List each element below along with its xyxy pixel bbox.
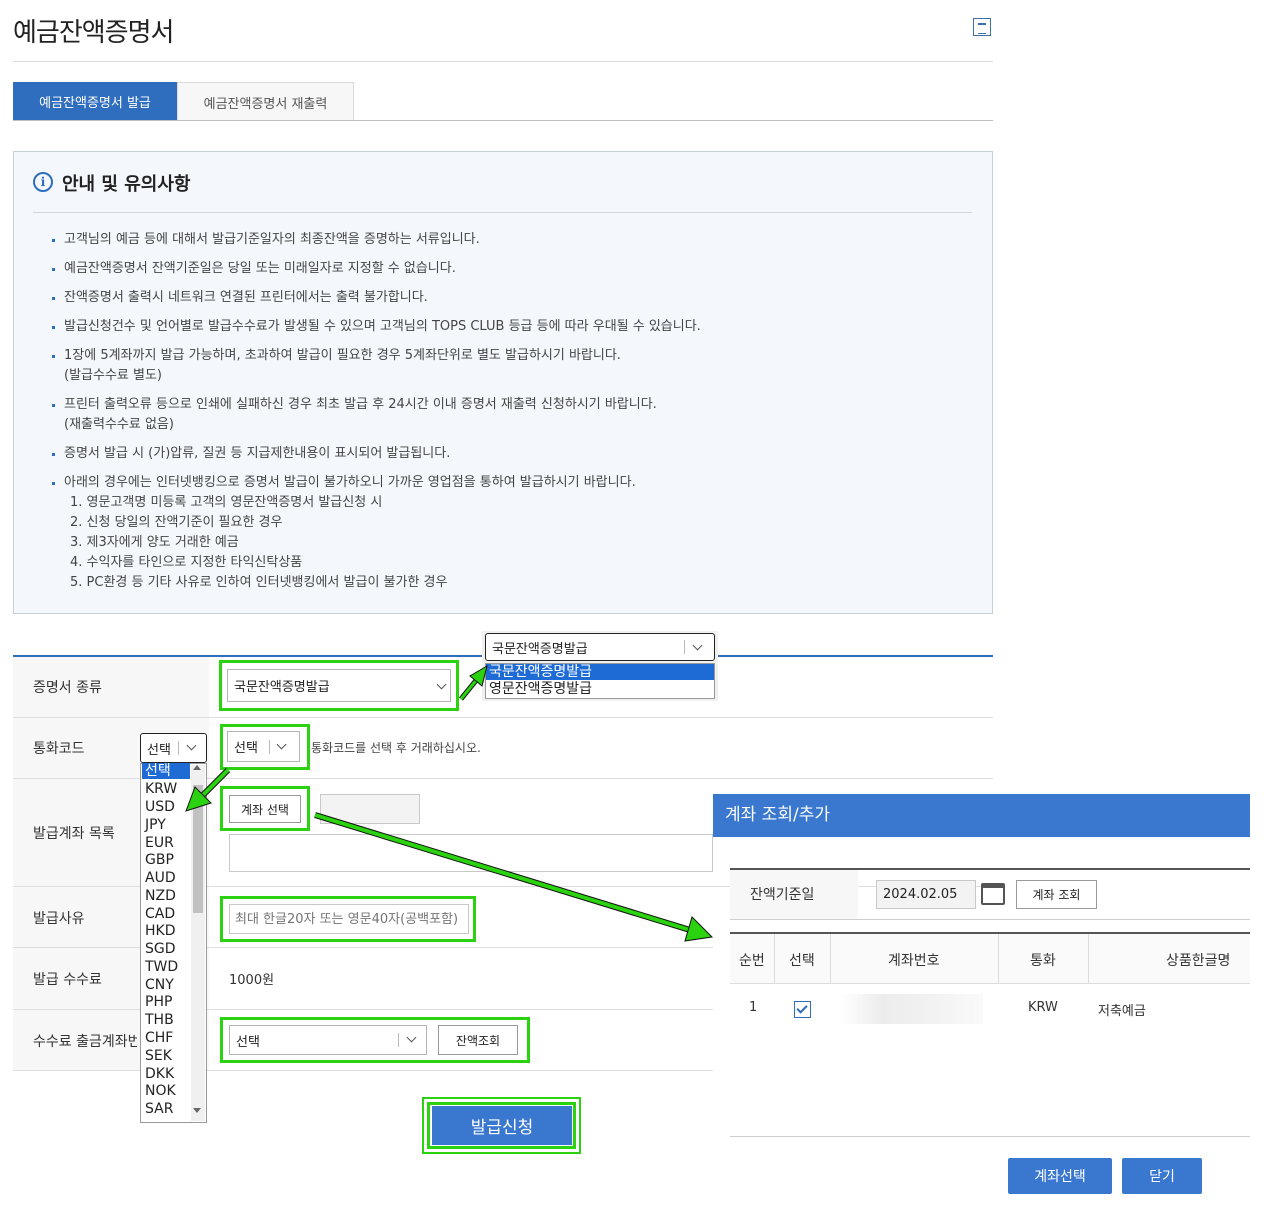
arrow-account-popup	[314, 812, 714, 942]
arrow-cert-popup	[459, 664, 488, 701]
annotation-arrows	[185, 664, 714, 942]
arrow-currency-list	[185, 767, 231, 812]
